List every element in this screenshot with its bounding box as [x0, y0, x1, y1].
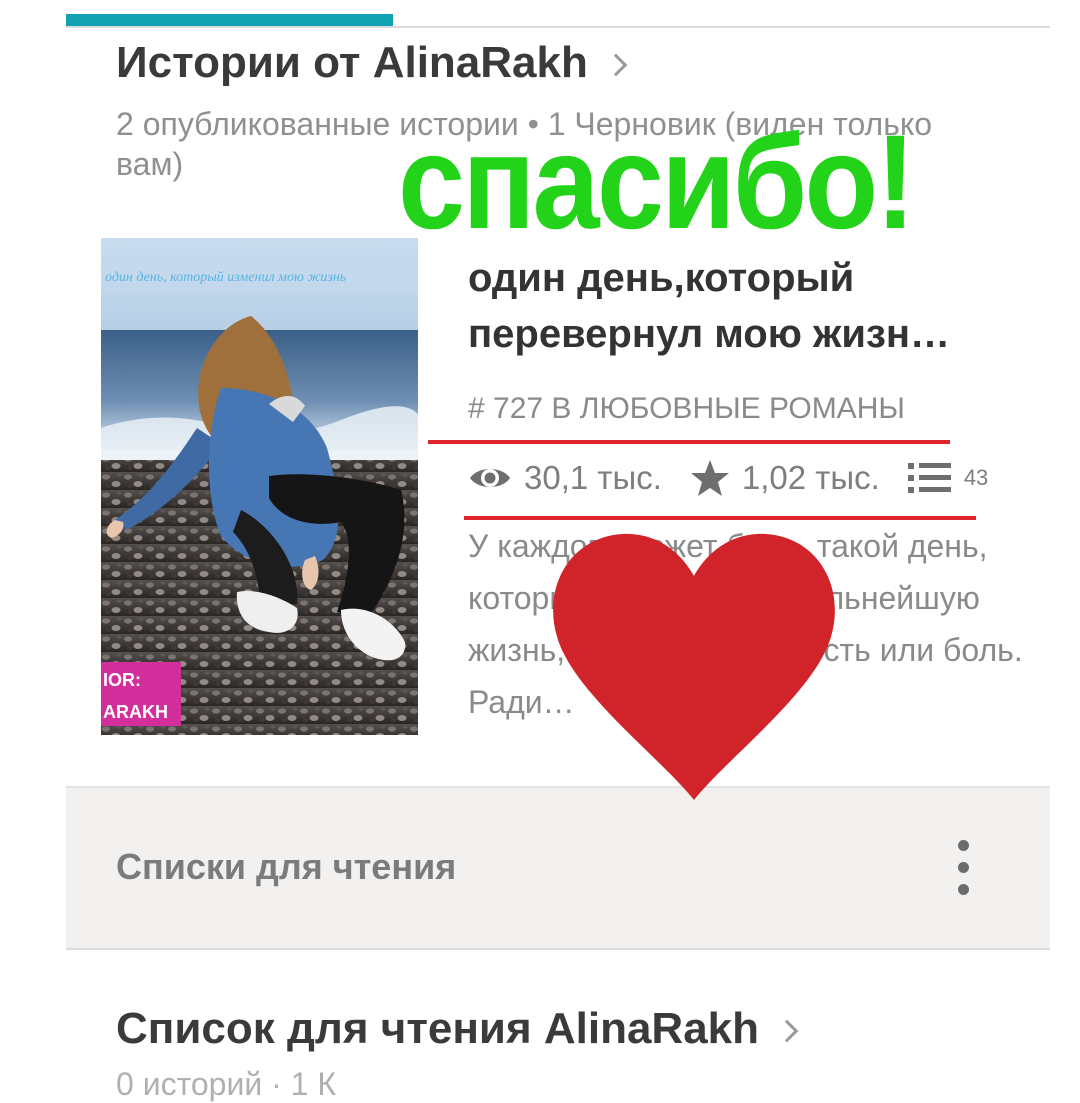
more-vert-icon[interactable] [954, 840, 974, 896]
parts-stat: 43 [907, 461, 989, 495]
parts-count: 43 [963, 465, 989, 490]
eye-icon [470, 469, 510, 487]
cover-author-line-2: ARAKH [103, 702, 168, 722]
story-rank[interactable]: # 727 В ЛЮБОВНЫЕ РОМАНЫ [468, 392, 905, 426]
cover-author-line-1: IOR: [103, 670, 141, 690]
red-underline-top [428, 440, 950, 444]
progress-bar [66, 14, 393, 26]
reading-list-header[interactable]: Список для чтения AlinaRakh [116, 1004, 799, 1054]
story-stats: 30,1 тыс. 1,02 тыс. 43 [468, 452, 1016, 504]
stories-title: Истории от AlinaRakh [116, 38, 588, 87]
story-title[interactable]: один день,который перевернул мою жизн… [468, 250, 1048, 362]
reading-lists-label: Списки для чтения [116, 846, 457, 887]
star-icon [690, 460, 729, 496]
red-underline-bottom [464, 516, 976, 520]
cover-caption: один день, который изменил мою жизнь [105, 270, 346, 285]
chevron-right-icon [775, 1019, 799, 1043]
reading-list-title: Список для чтения AlinaRakh [116, 1004, 760, 1053]
votes-count: 1,02 тыс. [741, 459, 880, 496]
thanks-overlay-text: спасибо! [398, 108, 916, 257]
reading-lists-bar[interactable]: Списки для чтения [66, 786, 1050, 950]
chevron-right-icon [604, 53, 628, 77]
stories-header[interactable]: Истории от AlinaRakh [116, 38, 628, 88]
votes-stat: 1,02 тыс. [690, 459, 880, 497]
cover-image: один день, который изменил мою жизнь IOR… [101, 238, 418, 735]
divider [66, 26, 1050, 28]
reads-count: 30,1 тыс. [524, 459, 662, 496]
heart-icon [553, 533, 835, 800]
reads-stat: 30,1 тыс. [468, 459, 662, 497]
reading-list-subtitle: 0 историй · 1 К [116, 1066, 336, 1102]
list-icon [907, 463, 951, 493]
story-cover[interactable]: один день, который изменил мою жизнь IOR… [101, 238, 418, 735]
